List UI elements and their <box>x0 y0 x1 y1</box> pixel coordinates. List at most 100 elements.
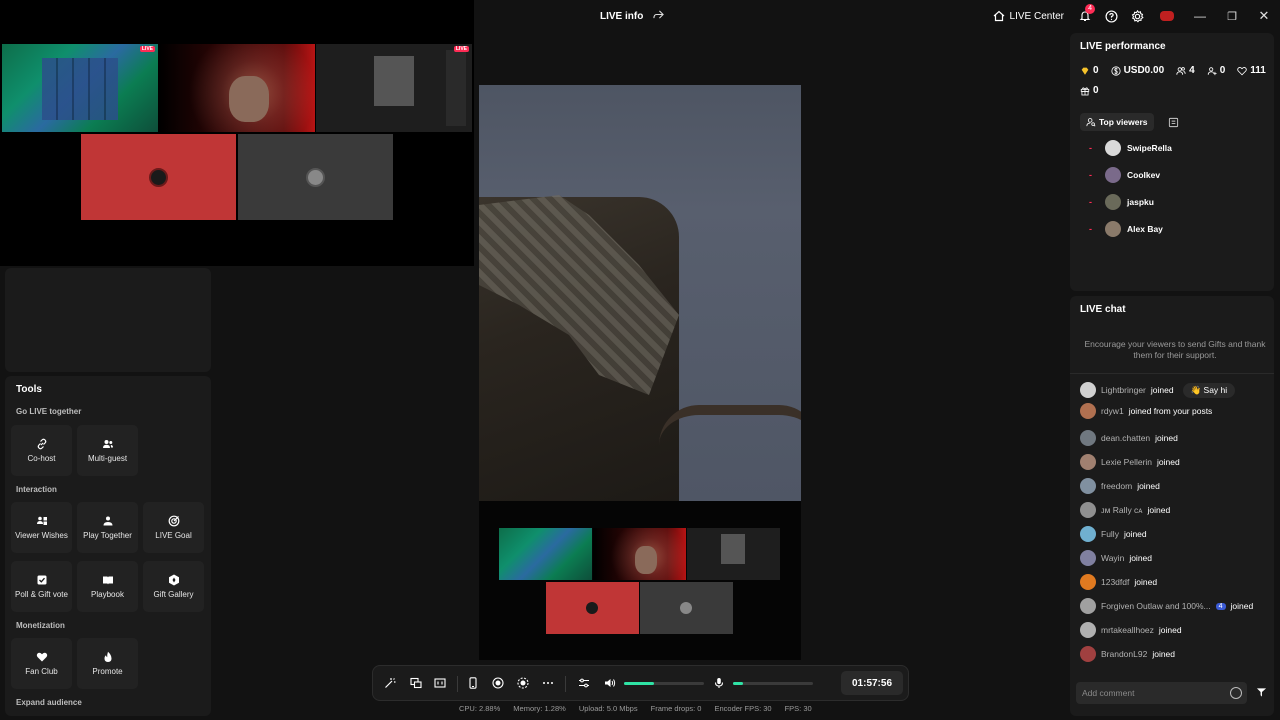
guest-tile-webcam[interactable] <box>159 44 315 132</box>
guest-tile-game[interactable]: LIVE <box>2 44 158 132</box>
share-icon[interactable] <box>653 9 665 23</box>
live-info-header[interactable]: LIVE info <box>600 9 665 23</box>
audio-settings-button[interactable] <box>575 674 593 692</box>
close-button[interactable]: ✕ <box>1248 0 1280 32</box>
top-viewer-row[interactable]: - Alex Bay <box>1089 221 1163 237</box>
chat-message[interactable]: Lightbringer joined 👋 Say hi <box>1080 382 1236 398</box>
screen-panel <box>721 534 745 564</box>
help-button[interactable] <box>1098 0 1124 32</box>
gift-gallery-label: Gift Gallery <box>153 589 194 599</box>
top-viewer-row[interactable]: - Coolkev <box>1089 167 1160 183</box>
send-button[interactable] <box>1253 684 1269 700</box>
maximize-button[interactable]: ❐ <box>1216 0 1248 32</box>
fps-stat: FPS: 30 <box>784 704 812 713</box>
chat-text: joined <box>1123 529 1147 539</box>
chat-username[interactable]: 123dfdf <box>1101 577 1129 587</box>
more-icon <box>543 682 553 684</box>
host-face <box>229 76 269 122</box>
chat-username[interactable]: freedom <box>1101 481 1132 491</box>
cpu-stat: CPU: 2.88% <box>459 704 501 713</box>
viewer-name: jaspku <box>1127 197 1154 207</box>
live-center-button[interactable]: LIVE Center <box>985 0 1072 32</box>
mic-slider[interactable] <box>733 682 813 685</box>
playbook-button[interactable]: Playbook <box>77 561 138 612</box>
rank-dash: - <box>1089 197 1092 207</box>
guest-tile-grey[interactable] <box>238 134 393 220</box>
chat-message[interactable]: ᴊᴍ Rally ᴄᴀ joined <box>1080 502 1170 518</box>
fan-club-button[interactable]: Fan Club <box>11 638 72 689</box>
profile-avatar[interactable] <box>1150 0 1184 32</box>
live-goal-button[interactable]: LIVE Goal <box>143 502 204 553</box>
chat-message[interactable]: rdyw1 joined from your posts <box>1080 403 1212 419</box>
section-interaction: Interaction <box>16 485 57 494</box>
chat-message[interactable]: Lexie Pellerin joined <box>1080 454 1180 470</box>
stream-preview[interactable] <box>479 85 801 660</box>
viewer-wishes-button[interactable]: Viewer Wishes <box>11 502 72 553</box>
chat-username[interactable]: Wayin <box>1101 553 1124 563</box>
minimize-button[interactable]: — <box>1184 0 1216 32</box>
multi-guest-preview[interactable]: LIVE LIVE <box>0 0 474 266</box>
chat-text: joined from your posts <box>1128 406 1213 416</box>
guest-tile-red[interactable] <box>81 134 236 220</box>
say-hi-button[interactable]: 👋 Say hi <box>1182 382 1236 398</box>
chat-username[interactable]: Fully <box>1101 529 1119 539</box>
chat-message[interactable]: Fully joined <box>1080 526 1147 542</box>
top-viewer-row[interactable]: - SwipeRella <box>1089 140 1172 156</box>
mic-button[interactable] <box>710 674 728 692</box>
record-button[interactable] <box>489 674 507 692</box>
wishes-icon <box>36 516 47 525</box>
settings-button[interactable] <box>1124 0 1150 32</box>
play-together-button[interactable]: Play Together <box>77 502 138 553</box>
magic-wand-icon <box>385 678 396 688</box>
chat-message[interactable]: freedom joined <box>1080 478 1160 494</box>
gifts-stat: 0 <box>1080 85 1099 96</box>
chat-username[interactable]: Lexie Pellerin <box>1101 457 1152 467</box>
chat-message[interactable]: Wayin joined <box>1080 550 1152 566</box>
avatar <box>1080 454 1096 470</box>
cohost-button[interactable]: Co-host <box>11 425 72 476</box>
avatar <box>1080 403 1096 419</box>
performance-title: LIVE performance <box>1080 41 1166 52</box>
chat-message[interactable]: 123dfdf joined <box>1080 574 1157 590</box>
chat-username[interactable]: Forgiven Outlaw and 100%... <box>1101 601 1211 611</box>
emoji-icon[interactable] <box>1230 687 1242 699</box>
capture-icon <box>517 677 529 689</box>
left-info-panel <box>5 268 211 372</box>
chat-username[interactable]: rdyw1 <box>1101 406 1124 416</box>
capture-button[interactable] <box>514 674 532 692</box>
notifications-button[interactable]: 4 <box>1072 0 1098 32</box>
likes-value: 111 <box>1250 65 1266 76</box>
chat-username[interactable]: Lightbringer <box>1101 385 1146 395</box>
ranking-tab[interactable] <box>1164 113 1182 131</box>
live-badge: LIVE <box>453 46 469 52</box>
chat-message[interactable]: dean.chatten joined <box>1080 430 1178 446</box>
tools-panel: Tools Go LIVE together Co-host Multi-gue… <box>5 376 211 716</box>
speaker-button[interactable] <box>601 674 619 692</box>
portrait-toggle[interactable] <box>464 674 482 692</box>
comment-input[interactable]: Add comment <box>1076 682 1247 704</box>
chat-username[interactable]: BrandonL92 <box>1101 649 1147 659</box>
multiguest-button[interactable]: Multi-guest <box>77 425 138 476</box>
chat-message[interactable]: Forgiven Outlaw and 100%... 4 joined <box>1080 598 1253 614</box>
diamond-icon <box>1081 67 1089 75</box>
chat-username[interactable]: dean.chatten <box>1101 433 1150 443</box>
sources-button[interactable] <box>407 674 425 692</box>
top-viewer-row[interactable]: - jaspku <box>1089 194 1154 210</box>
poll-gift-vote-button[interactable]: Poll & Gift vote <box>11 561 72 612</box>
promote-button[interactable]: Promote <box>77 638 138 689</box>
chat-username[interactable]: mrtakeallhoez <box>1101 625 1154 635</box>
guest-tile-screen[interactable]: LIVE <box>316 44 472 132</box>
chat-message[interactable]: BrandonL92 joined <box>1080 646 1175 662</box>
screen-sidebar <box>446 50 466 126</box>
layout-button[interactable] <box>431 674 449 692</box>
chat-username[interactable]: ᴊᴍ Rally ᴄᴀ <box>1101 505 1143 515</box>
volume-slider[interactable] <box>624 682 704 685</box>
chat-message[interactable]: mrtakeallhoez joined <box>1080 622 1182 638</box>
gift-gallery-button[interactable]: Gift Gallery <box>143 561 204 612</box>
more-button[interactable] <box>539 674 557 692</box>
notification-badge: 4 <box>1085 4 1095 14</box>
host-face <box>635 546 657 574</box>
top-viewers-tab[interactable]: Top viewers <box>1080 113 1154 131</box>
comment-placeholder: Add comment <box>1082 688 1135 698</box>
effects-button[interactable] <box>381 674 399 692</box>
